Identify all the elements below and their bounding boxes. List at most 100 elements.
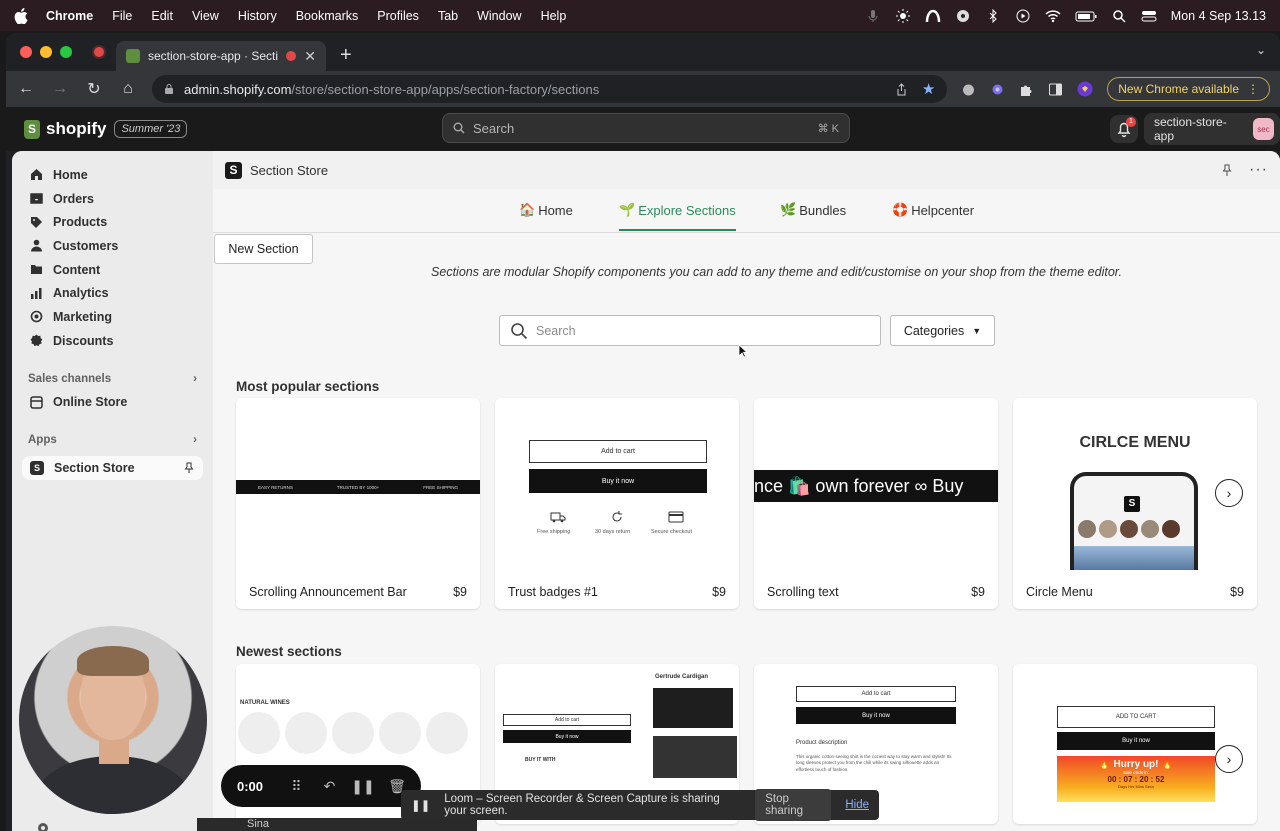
- section-card-scrolling-text[interactable]: nce 🛍️ own forever ∞ Buy Scrolling text …: [754, 398, 998, 609]
- sidebar-item-marketing[interactable]: Marketing: [12, 305, 213, 329]
- intro-text: Sections are modular Shopify components …: [431, 265, 1122, 279]
- webcam-hair: [77, 646, 149, 676]
- close-tab-icon[interactable]: ✕: [304, 48, 316, 65]
- sidebar-item-analytics[interactable]: Analytics: [12, 281, 213, 305]
- apps-header[interactable]: Apps ›: [12, 428, 213, 452]
- tab-home[interactable]: 🏠 Home: [519, 202, 573, 218]
- drag-grip-icon[interactable]: ⠿: [289, 778, 304, 794]
- section-card-trust-badges[interactable]: Add to cart Buy it now Free shipping 30 …: [495, 398, 739, 609]
- menu-help[interactable]: Help: [541, 9, 567, 23]
- webcam-bubble[interactable]: [19, 626, 207, 814]
- control-center-icon[interactable]: [1141, 9, 1157, 23]
- sidebar-item-online-store[interactable]: Online Store: [12, 391, 213, 415]
- sidebar-item-discounts[interactable]: Discounts: [12, 329, 213, 353]
- pin-icon[interactable]: [1221, 164, 1233, 177]
- lock-icon[interactable]: [164, 83, 174, 95]
- close-window-button[interactable]: [20, 46, 32, 58]
- menu-file[interactable]: File: [112, 9, 132, 23]
- side-panel-icon[interactable]: [1048, 82, 1063, 97]
- menu-profiles[interactable]: Profiles: [377, 9, 419, 23]
- menu-tab[interactable]: Tab: [438, 9, 458, 23]
- stop-sharing-button[interactable]: Stop sharing: [755, 789, 832, 821]
- sidebar-item-section-store[interactable]: S Section Store: [22, 456, 203, 481]
- brightness-icon[interactable]: [895, 8, 911, 23]
- sidebar-item-customers[interactable]: Customers: [12, 234, 213, 258]
- notifications-button[interactable]: 1: [1110, 115, 1138, 143]
- circle-avatar: [1120, 520, 1138, 538]
- settings-gear-icon[interactable]: [36, 821, 50, 831]
- shopify-logo[interactable]: shopify: [24, 119, 106, 139]
- menu-chrome[interactable]: Chrome: [46, 9, 93, 23]
- menu-history[interactable]: History: [238, 9, 277, 23]
- announce-item: TRUSTED BY 1000+: [336, 484, 380, 490]
- wifi-icon[interactable]: [1045, 9, 1061, 23]
- sidebar-item-home[interactable]: Home: [12, 163, 213, 187]
- reload-button[interactable]: ↻: [84, 79, 104, 99]
- more-options-icon[interactable]: ···: [1249, 161, 1268, 179]
- section-search-input[interactable]: Search: [499, 315, 881, 346]
- microphone-icon[interactable]: [865, 9, 881, 23]
- background-window-strip: Sina: [197, 818, 477, 831]
- store-menu-button[interactable]: section-store-app sec: [1144, 113, 1280, 145]
- restart-icon[interactable]: ↶: [322, 778, 337, 794]
- zoom-window-button[interactable]: [60, 46, 72, 58]
- card-name: Circle Menu: [1026, 585, 1093, 599]
- ball-icon[interactable]: [955, 9, 971, 23]
- buy-with-preview: BUY IT WITH: [525, 757, 556, 763]
- puzzle-extensions-icon[interactable]: [1019, 82, 1034, 97]
- section-card-scrolling-announcement-bar[interactable]: EASY RETURNS TRUSTED BY 1000+ FREE SHIPP…: [236, 398, 480, 609]
- sidebar-item-label: Content: [53, 262, 101, 277]
- pause-icon[interactable]: ❚❚: [351, 778, 374, 794]
- arc-icon[interactable]: [925, 9, 941, 23]
- new-tab-button[interactable]: +: [340, 44, 352, 67]
- shopify-favicon-icon: [126, 49, 140, 63]
- new-chrome-available-button[interactable]: New Chrome available ⋮: [1107, 77, 1270, 101]
- forward-button[interactable]: →: [50, 80, 70, 98]
- menu-view[interactable]: View: [192, 9, 219, 23]
- home-icon: [31, 169, 42, 181]
- sidebar-item-content[interactable]: Content: [12, 258, 213, 282]
- pin-icon[interactable]: [183, 462, 195, 474]
- menu-edit[interactable]: Edit: [151, 9, 173, 23]
- tab-bundles[interactable]: 🌿 Bundles: [780, 202, 846, 218]
- house-icon: 🏠: [519, 202, 536, 217]
- sidebar-item-products[interactable]: Products: [12, 210, 213, 234]
- popular-next-button[interactable]: ›: [1215, 479, 1243, 507]
- hide-share-bar-link[interactable]: Hide: [845, 799, 869, 811]
- share-icon[interactable]: [895, 82, 908, 96]
- tab-recording-icon: [286, 51, 297, 61]
- newest-next-button[interactable]: ›: [1215, 745, 1243, 773]
- battery-icon[interactable]: [1075, 9, 1097, 23]
- categories-dropdown[interactable]: Categories ▼: [890, 315, 995, 346]
- spotlight-search-icon[interactable]: [1111, 9, 1127, 23]
- tab-search-chevron-icon[interactable]: ⌄: [1256, 43, 1266, 57]
- profile-avatar-icon[interactable]: [1077, 81, 1093, 97]
- tab-explore-sections[interactable]: 🌱 Explore Sections: [619, 202, 736, 231]
- bookmark-star-icon[interactable]: ★: [922, 80, 935, 98]
- clock[interactable]: Mon 4 Sep 13.13: [1171, 9, 1266, 23]
- menu-bookmarks[interactable]: Bookmarks: [296, 9, 359, 23]
- buy-now-preview: Buy it now: [529, 469, 707, 493]
- edition-badge[interactable]: Summer '23: [114, 120, 188, 138]
- herb-icon: 🌿: [780, 202, 797, 217]
- admin-search-input[interactable]: Search ⌘ K: [442, 113, 850, 143]
- new-section-button[interactable]: New Section: [214, 234, 313, 264]
- tab-helpcenter[interactable]: 🛟 Helpcenter: [892, 202, 974, 218]
- browser-tab-active[interactable]: section-store-app · Sectio ✕: [116, 41, 326, 71]
- back-button[interactable]: ←: [16, 80, 36, 98]
- section-card-countdown-timer[interactable]: ADD TO CART Buy it now 🔥 Hurry up! 🔥 Sal…: [1013, 664, 1257, 824]
- bar-chart-icon: [31, 287, 42, 299]
- play-circle-icon[interactable]: [1015, 9, 1031, 23]
- extension-cloud-icon[interactable]: [961, 82, 976, 97]
- circle-menu-title-preview: CIRLCE MENU: [1079, 434, 1191, 451]
- minimize-window-button[interactable]: [40, 46, 52, 58]
- extension-burst-icon[interactable]: [990, 82, 1005, 97]
- bluetooth-icon[interactable]: [985, 8, 1001, 23]
- sidebar-item-orders[interactable]: Orders: [12, 187, 213, 211]
- menu-window[interactable]: Window: [477, 9, 521, 23]
- address-bar[interactable]: admin.shopify.com/store/section-store-ap…: [152, 75, 948, 103]
- apple-icon[interactable]: [14, 7, 28, 24]
- sales-channels-header[interactable]: Sales channels ›: [12, 367, 213, 391]
- home-button[interactable]: ⌂: [118, 80, 138, 98]
- tag-icon: [31, 216, 42, 228]
